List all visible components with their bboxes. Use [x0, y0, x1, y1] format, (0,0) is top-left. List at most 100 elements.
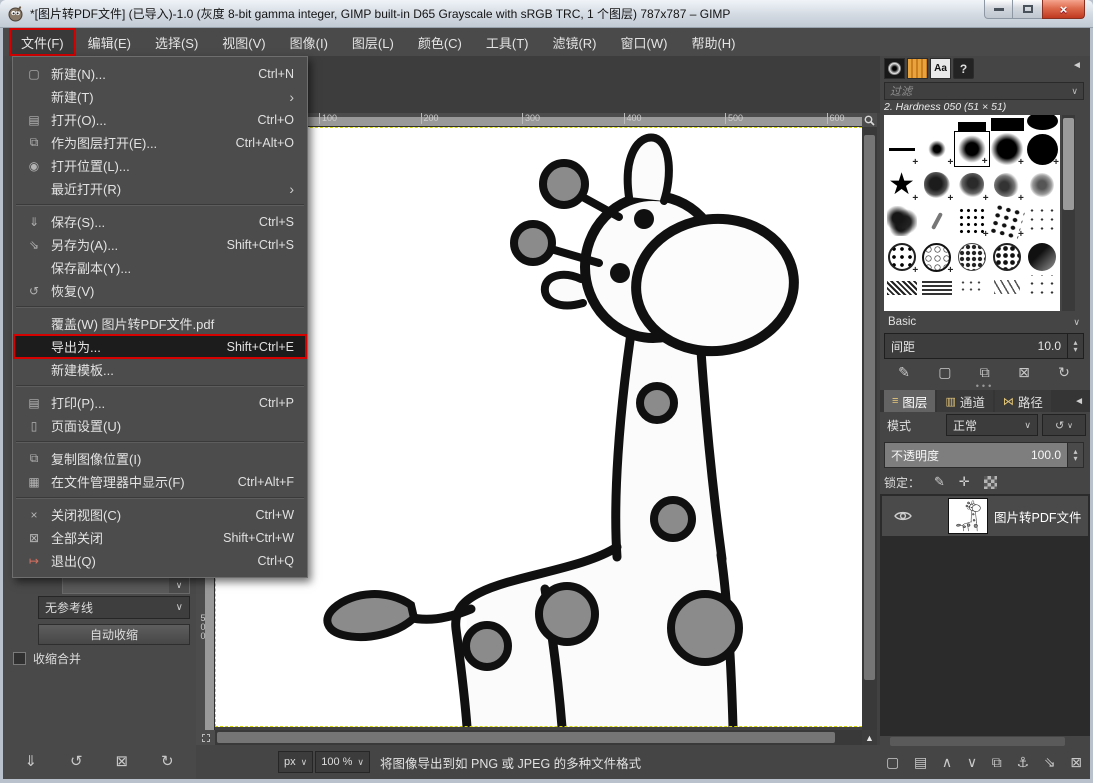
visibility-eye-icon[interactable] — [894, 510, 912, 522]
delete-layer-icon[interactable]: ⊠ — [1070, 755, 1082, 769]
blend-space-button[interactable]: ↺∨ — [1042, 414, 1086, 436]
shrink-merged-checkbox[interactable] — [13, 652, 26, 665]
brush-dots[interactable]: + — [954, 203, 989, 239]
menu-item-最近打开(R)[interactable]: 最近打开(R)› — [14, 177, 306, 200]
paint-lock-icon[interactable]: ✎ — [934, 474, 945, 490]
collapse-dock-button[interactable]: ◄ — [1072, 60, 1082, 71]
dock-resize-handle[interactable]: ••• — [880, 383, 1090, 389]
brush-slash[interactable] — [919, 203, 954, 239]
delete-preset-icon[interactable]: ⊠ — [115, 754, 128, 769]
navigation-preview-button[interactable]: ▲ — [862, 730, 877, 745]
menu-item-退出(Q)[interactable]: ↦退出(Q)Ctrl+Q — [14, 549, 306, 572]
menu-item-覆盖(W) 图片转PDF文件.pdf[interactable]: 覆盖(W) 图片转PDF文件.pdf — [14, 312, 306, 335]
menu-item-保存(S)...[interactable]: ⇓保存(S)...Ctrl+S — [14, 210, 306, 233]
brush-blank[interactable] — [919, 115, 954, 131]
vertical-scrollbar-thumb[interactable] — [864, 135, 875, 680]
brush-chalk4[interactable] — [1025, 167, 1060, 203]
fill-by-dropdown[interactable]: ∨ — [62, 577, 190, 594]
quick-mask-toggle[interactable] — [196, 730, 215, 745]
menubar-item-颜色(C)[interactable]: 颜色(C) — [406, 28, 474, 56]
tab-channels[interactable]: ▥通道 — [937, 390, 992, 412]
title-bar[interactable]: *[图片转PDF文件] (已导入)-1.0 (灰度 8-bit gamma in… — [0, 0, 1093, 28]
delete-brush-icon[interactable]: ⊠ — [1018, 365, 1030, 379]
brush-chalk[interactable]: + — [919, 167, 954, 203]
tab-layers[interactable]: ≡图层 — [884, 390, 935, 412]
collapse-dock-button[interactable]: ◄ — [1074, 396, 1084, 407]
opacity-slider[interactable]: 不透明度 100.0 — [884, 442, 1068, 468]
guides-dropdown[interactable]: 无参考线 ∨ — [38, 596, 190, 619]
save-preset-icon[interactable]: ⇓ — [24, 754, 37, 769]
brush-ticks[interactable] — [954, 275, 989, 295]
brush-sparse[interactable] — [1025, 275, 1060, 295]
brush-blank[interactable] — [884, 115, 919, 131]
brush-line[interactable]: + — [884, 131, 919, 167]
minimize-button[interactable] — [984, 0, 1013, 19]
brush-cell2[interactable]: + — [919, 239, 954, 275]
brush-cell4[interactable] — [990, 239, 1025, 275]
brush-chalk2[interactable]: + — [954, 167, 989, 203]
menubar-item-工具(T)[interactable]: 工具(T) — [474, 28, 541, 56]
brush-chalk3[interactable]: + — [990, 167, 1025, 203]
alpha-lock-icon[interactable] — [984, 476, 997, 489]
move-lock-icon[interactable]: ✛ — [959, 474, 970, 490]
brush-cell3[interactable] — [954, 239, 989, 275]
raise-layer-icon[interactable]: ∧ — [942, 755, 952, 769]
brush-star[interactable]: ★+ — [884, 167, 919, 203]
layer-mode-dropdown[interactable]: 正常 ∨ — [946, 414, 1038, 436]
menubar-item-滤镜(R)[interactable]: 滤镜(R) — [540, 28, 608, 56]
menu-item-新建模板...[interactable]: 新建模板... — [14, 358, 306, 381]
menubar-item-帮助(H)[interactable]: 帮助(H) — [679, 28, 747, 56]
menu-item-页面设置(U)[interactable]: ▯页面设置(U) — [14, 414, 306, 437]
brush-soft-m[interactable]: + — [954, 131, 989, 167]
brush-grid-scrollbar[interactable] — [1062, 115, 1075, 311]
brush-soft-l[interactable]: + — [990, 131, 1025, 167]
new-brush-icon[interactable]: ▢ — [938, 365, 951, 379]
menubar-item-选择(S)[interactable]: 选择(S) — [143, 28, 210, 56]
brush-scribble[interactable] — [884, 203, 919, 239]
menu-item-在文件管理器中显示(F)[interactable]: ▦在文件管理器中显示(F)Ctrl+Alt+F — [14, 470, 306, 493]
brush-preset-dropdown[interactable]: Basic ∨ — [884, 313, 1084, 331]
menu-item-恢复(V)[interactable]: ↺恢复(V) — [14, 279, 306, 302]
menu-item-保存副本(Y)...[interactable]: 保存副本(Y)... — [14, 256, 306, 279]
duplicate-brush-icon[interactable]: ⧉ — [980, 365, 990, 379]
refresh-brushes-icon[interactable]: ↻ — [1058, 365, 1070, 379]
brush-cell[interactable]: + — [884, 239, 919, 275]
menubar-item-文件(F)[interactable]: 文件(F) — [9, 28, 76, 56]
brush-sparse[interactable] — [1025, 203, 1060, 239]
restore-preset-icon[interactable]: ↺ — [70, 754, 83, 769]
opacity-spinner[interactable]: ▴▾ — [1068, 442, 1084, 468]
brush-texA[interactable] — [884, 275, 919, 295]
brush-spacing-field[interactable]: 间距 10.0 — [884, 333, 1068, 359]
spacing-spinner[interactable]: ▴▾ — [1068, 333, 1084, 359]
menu-item-全部关闭[interactable]: ⊠全部关闭Shift+Ctrl+W — [14, 526, 306, 549]
menubar-item-视图(V)[interactable]: 视图(V) — [210, 28, 277, 56]
menu-item-作为图层打开(E)...[interactable]: ⧉作为图层打开(E)...Ctrl+Alt+O — [14, 131, 306, 154]
layer-list-scrollbar[interactable] — [890, 737, 1065, 746]
menu-item-新建(N)...[interactable]: ▢新建(N)...Ctrl+N — [14, 62, 306, 85]
brush-soft-s[interactable]: + — [919, 131, 954, 167]
horizontal-ruler[interactable]: 100200300400500600 — [215, 113, 862, 127]
new-layer-icon[interactable]: ▢ — [886, 755, 899, 769]
brush-filter-input[interactable]: 过滤 ∨ — [884, 82, 1084, 100]
menubar-item-图像(I)[interactable]: 图像(I) — [278, 28, 340, 56]
layer-row[interactable]: 图片转PDF文件 — [882, 496, 1088, 536]
new-group-icon[interactable]: ▤ — [914, 755, 927, 769]
menu-item-复制图像位置(I)[interactable]: ⧉复制图像位置(I) — [14, 447, 306, 470]
brush-bar[interactable] — [954, 115, 989, 131]
menu-item-关闭视图(C)[interactable]: ×关闭视图(C)Ctrl+W — [14, 503, 306, 526]
close-button[interactable]: × — [1042, 0, 1085, 19]
tab-help[interactable]: ? — [953, 58, 974, 79]
menu-item-新建(T)[interactable]: 新建(T)› — [14, 85, 306, 108]
zoom-dropdown[interactable]: 100 % ∨ — [315, 751, 370, 773]
vertical-scrollbar[interactable] — [862, 127, 877, 730]
lower-layer-icon[interactable]: ∨ — [967, 755, 977, 769]
menubar-item-窗口(W)[interactable]: 窗口(W) — [609, 28, 680, 56]
maximize-button[interactable] — [1013, 0, 1042, 19]
unit-dropdown[interactable]: px ∨ — [278, 751, 313, 773]
menu-item-打开(O)...[interactable]: ▤打开(O)...Ctrl+O — [14, 108, 306, 131]
reset-preset-icon[interactable]: ↻ — [161, 754, 174, 769]
menu-item-打开位置(L)...[interactable]: ◉打开位置(L)... — [14, 154, 306, 177]
brush-solid[interactable]: + — [1025, 131, 1060, 167]
brush-ellipse-cut[interactable] — [1025, 115, 1060, 131]
menu-item-打印(P)...[interactable]: ▤打印(P)...Ctrl+P — [14, 391, 306, 414]
